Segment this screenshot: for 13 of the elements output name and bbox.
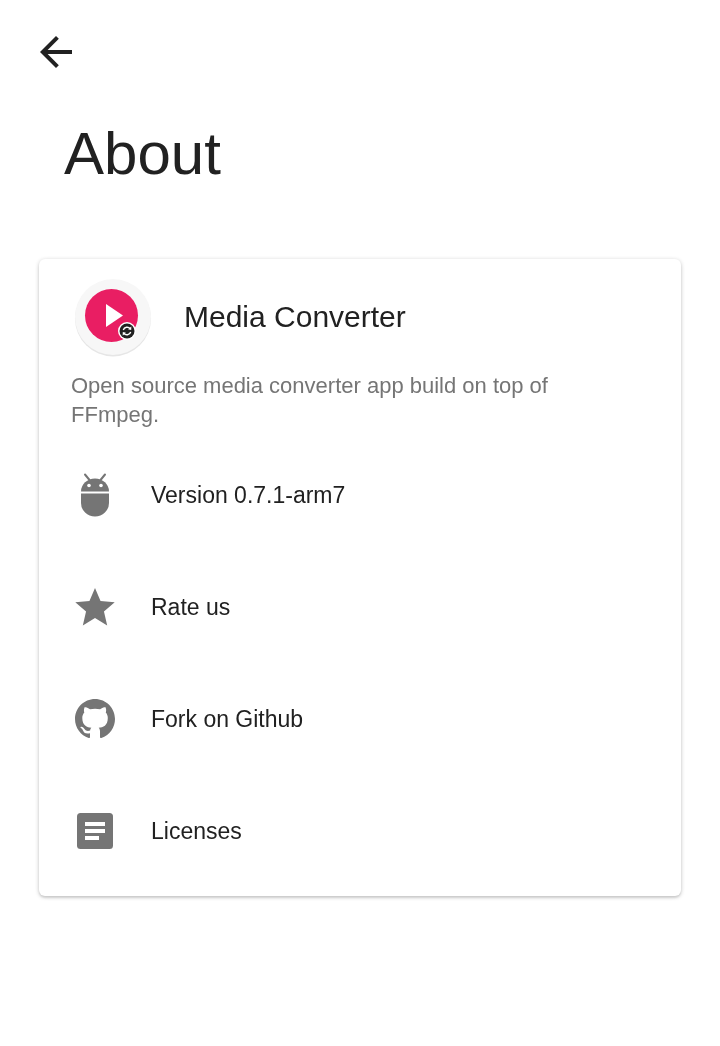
list-item[interactable]: Version 0.7.1-arm7 [71,439,346,551]
list-item[interactable]: Fork on Github [71,663,304,775]
github-icon [75,699,115,739]
android-icon [80,473,110,517]
app-name: Media Converter [184,299,406,335]
page-title: About [64,119,221,189]
back-icon[interactable] [40,36,72,68]
list-item[interactable]: Rate us [71,551,231,663]
app-description: Open source media converter app build on top of FFmpeg. [71,372,549,429]
document-icon [77,813,113,849]
list-item[interactable]: Licenses [71,775,242,887]
star-icon [75,588,115,626]
app-logo-icon [73,277,153,357]
